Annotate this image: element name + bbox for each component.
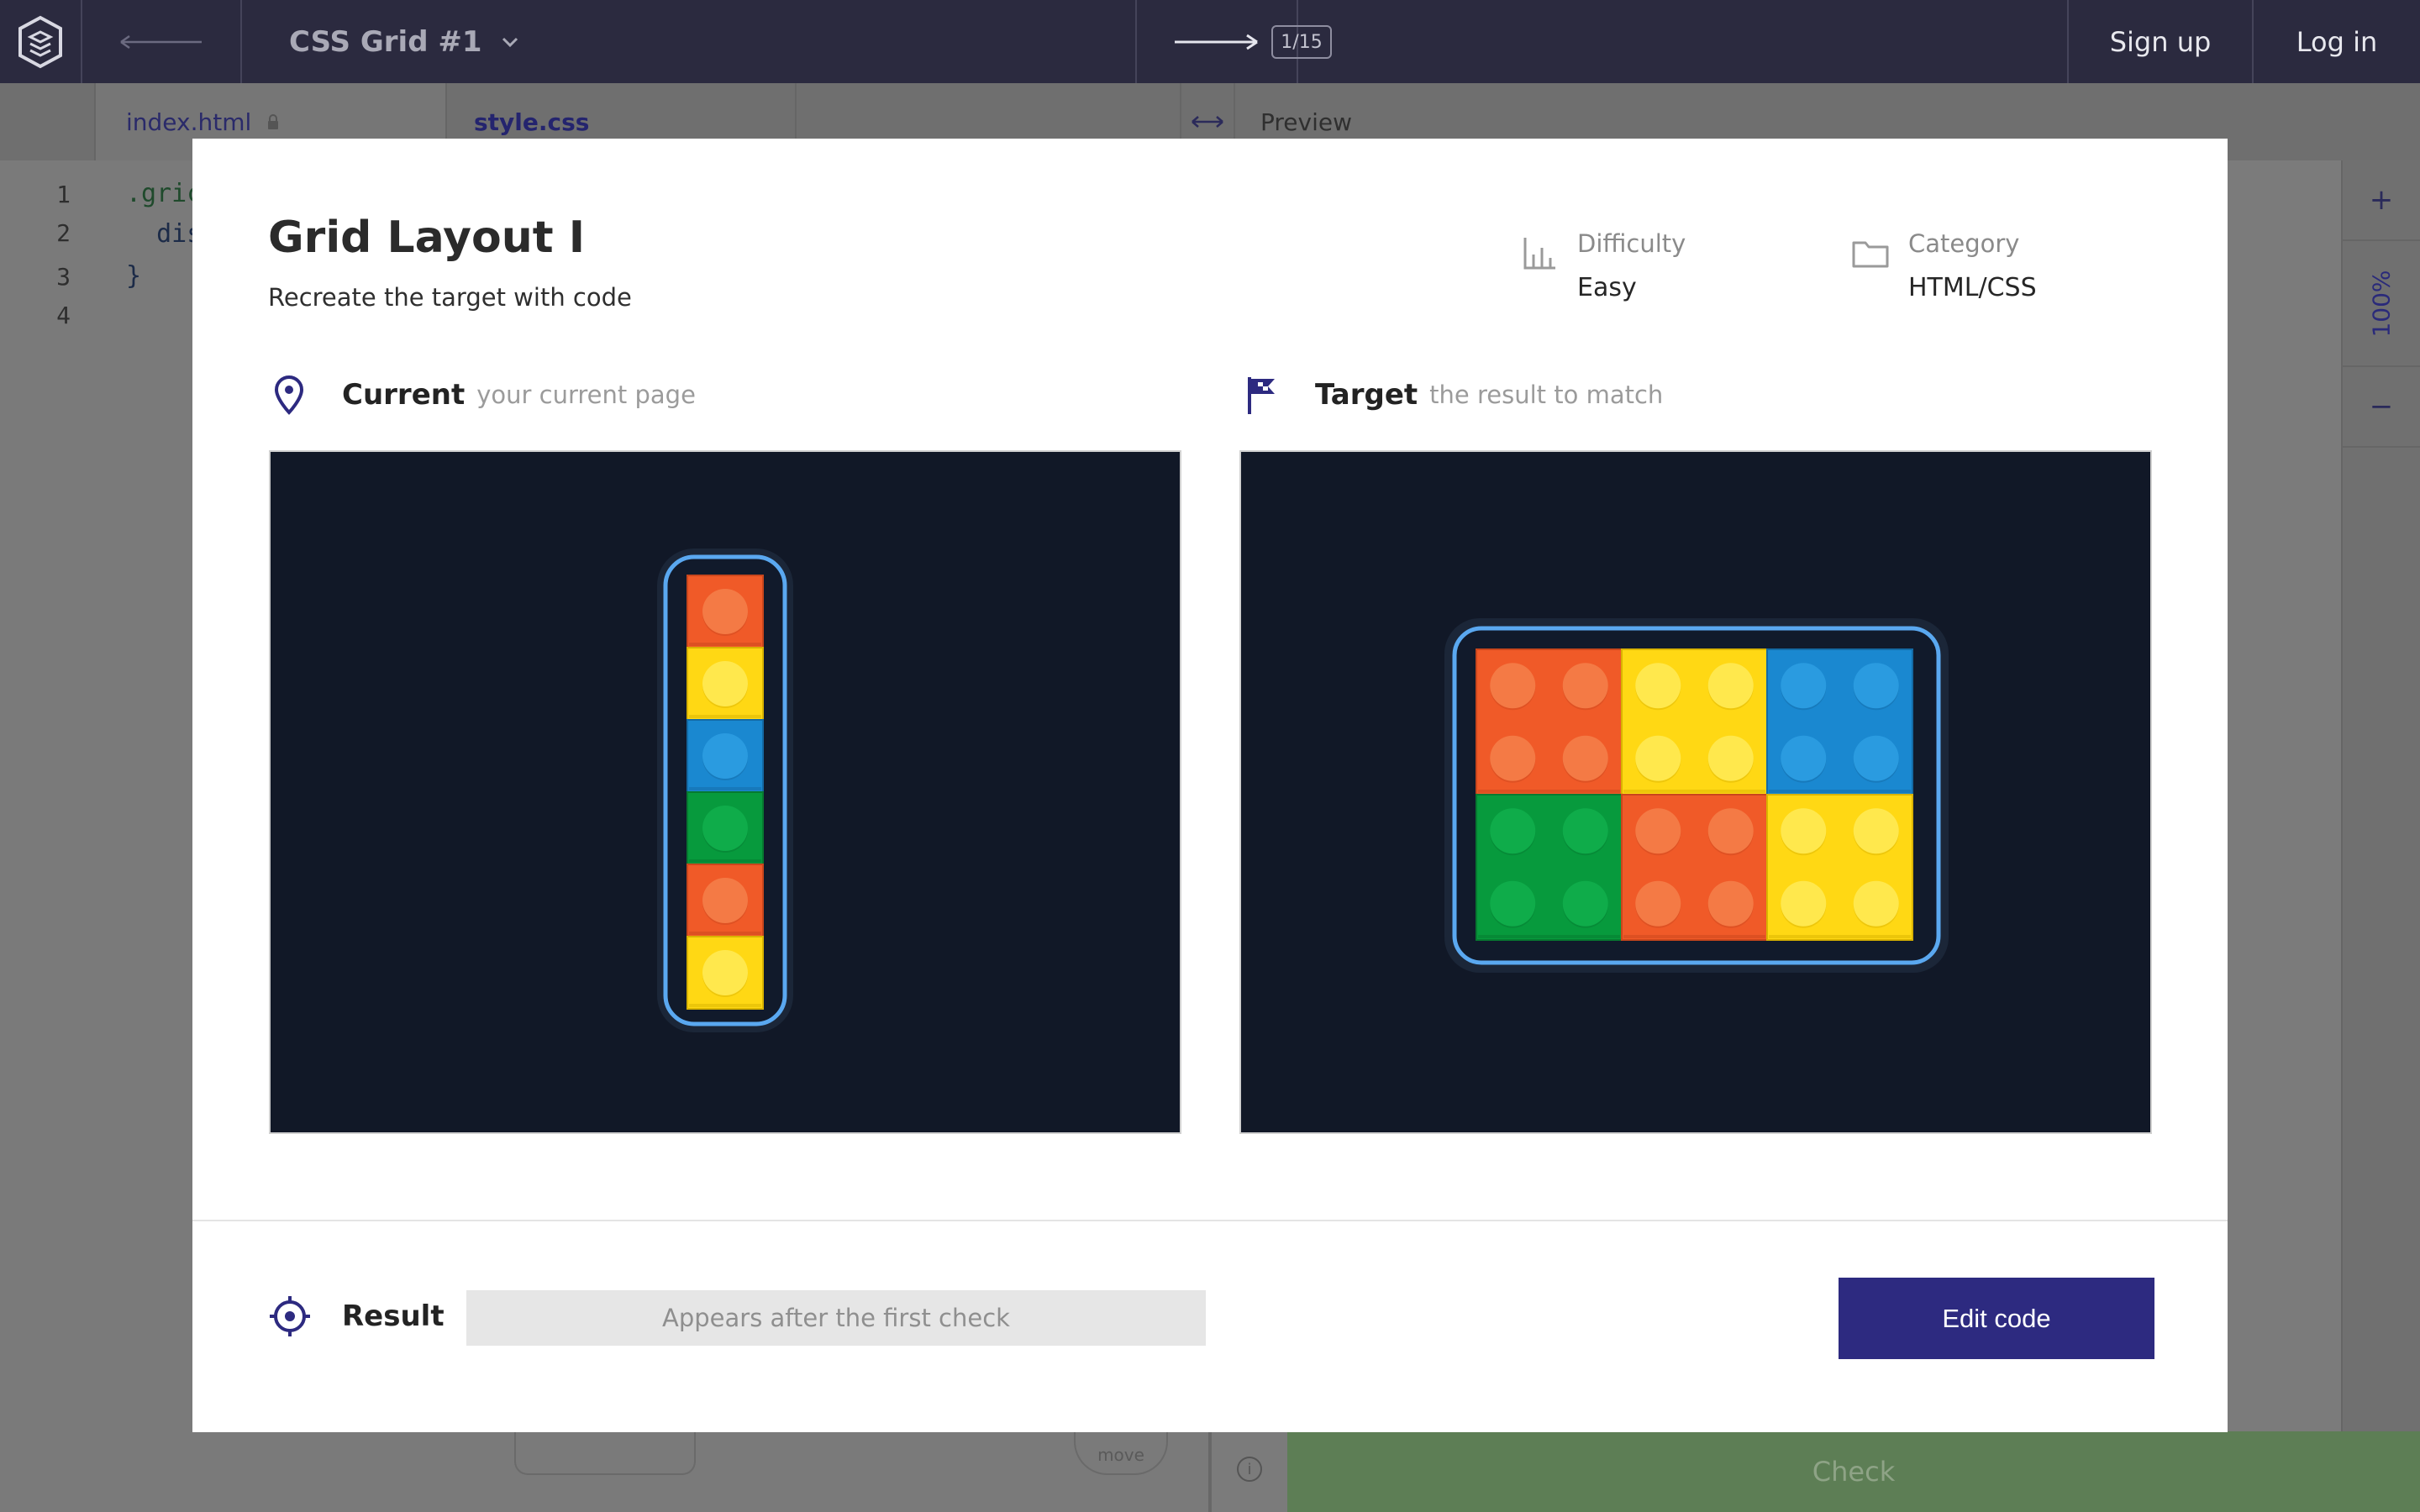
brick-stud (1635, 735, 1681, 781)
target-header: Target the result to match (1243, 374, 1663, 416)
brick-orange (687, 864, 764, 937)
current-header: Current your current page (270, 374, 696, 416)
brick-stud (702, 806, 748, 851)
brick-stud (1707, 880, 1754, 927)
brick-stud (702, 950, 748, 995)
target-brick-grid (1444, 618, 1949, 973)
brick-stud (1635, 663, 1681, 709)
code-line: } (126, 261, 142, 291)
folder-icon (1852, 241, 1889, 268)
brick-orange (1621, 794, 1768, 941)
location-pin-icon (274, 375, 304, 415)
prev-button[interactable] (82, 0, 242, 83)
brick-yellow (1766, 794, 1913, 941)
brick-stud (1781, 880, 1827, 927)
brick-green (687, 791, 764, 865)
brick-stud (1562, 808, 1608, 854)
brick-stud (1707, 735, 1754, 781)
ghost-panel (514, 1428, 696, 1475)
target-crosshair-icon (270, 1296, 310, 1336)
lock-icon (268, 114, 279, 129)
brick-stud (1781, 735, 1827, 781)
line-gutter: 1 2 3 4 (56, 181, 71, 329)
brick-yellow (687, 647, 764, 721)
brick-stud (1635, 808, 1681, 854)
brick-stud (1853, 808, 1899, 854)
challenge-modal: Grid Layout I Recreate the target with c… (192, 139, 2228, 1432)
edit-code-button[interactable]: Edit code (1839, 1278, 2154, 1359)
brick-green (1476, 794, 1623, 941)
brick-blue (687, 719, 764, 793)
brick-stud (1707, 808, 1754, 854)
lesson-title-dropdown[interactable]: CSS Grid #1 1/15 (242, 0, 1332, 83)
arrow-right-icon (1175, 34, 1258, 50)
zoom-level: 100% (2343, 241, 2420, 367)
modal-title: Grid Layout I (268, 213, 586, 263)
sign-up-link[interactable]: Sign up (2069, 0, 2254, 83)
brick-stud (702, 878, 748, 923)
brick-stud (1562, 735, 1608, 781)
zoom-in-button[interactable]: + (2343, 160, 2420, 241)
brick-stud (1490, 735, 1536, 781)
code-line: .gric (126, 179, 203, 208)
category-info: Category HTML/CSS (1851, 229, 2037, 302)
brick-stud (702, 589, 748, 634)
brick-stud (1490, 663, 1536, 709)
swap-horizontal-icon (1192, 116, 1223, 128)
brick-stud (1562, 880, 1608, 927)
brick-stud (1562, 663, 1608, 709)
info-icon[interactable]: i (1237, 1457, 1262, 1482)
brick-stud (1490, 880, 1536, 927)
bar-chart-icon (1523, 238, 1555, 270)
difficulty-info: Difficulty Easy (1520, 229, 1686, 302)
chevron-down-icon (502, 37, 518, 47)
check-button[interactable]: Check (1287, 1431, 2420, 1512)
top-bar: CSS Grid #1 1/15 Sign up Log in (0, 0, 2420, 83)
log-in-link[interactable]: Log in (2254, 0, 2420, 83)
arrow-left-icon (120, 34, 202, 49)
brick-stud (702, 661, 748, 706)
flag-icon (1248, 377, 1275, 414)
brick-stud (1853, 735, 1899, 781)
logo-icon[interactable] (0, 0, 82, 83)
target-preview (1239, 450, 2152, 1134)
brick-orange (687, 575, 764, 648)
current-preview (269, 450, 1181, 1134)
brick-stud (1781, 808, 1827, 854)
zoom-out-button[interactable]: − (2343, 367, 2420, 448)
brick-stud (1781, 663, 1827, 709)
result-field: Appears after the first check (466, 1290, 1206, 1346)
brick-yellow (1621, 648, 1768, 795)
brick-blue (1766, 648, 1913, 795)
brick-stud (702, 733, 748, 779)
brick-orange (1476, 648, 1623, 795)
lesson-title: CSS Grid #1 (289, 24, 482, 59)
lesson-counter: 1/15 (1271, 25, 1332, 59)
modal-subtitle: Recreate the target with code (268, 283, 632, 312)
zoom-controls: + 100% − (2341, 160, 2420, 1512)
current-brick-column (657, 549, 793, 1032)
brick-stud (1853, 880, 1899, 927)
brick-stud (1707, 663, 1754, 709)
brick-stud (1635, 880, 1681, 927)
brick-stud (1490, 808, 1536, 854)
brick-yellow (687, 936, 764, 1010)
brick-stud (1853, 663, 1899, 709)
result-label: Result (342, 1299, 445, 1333)
code-line: dis (126, 219, 203, 249)
